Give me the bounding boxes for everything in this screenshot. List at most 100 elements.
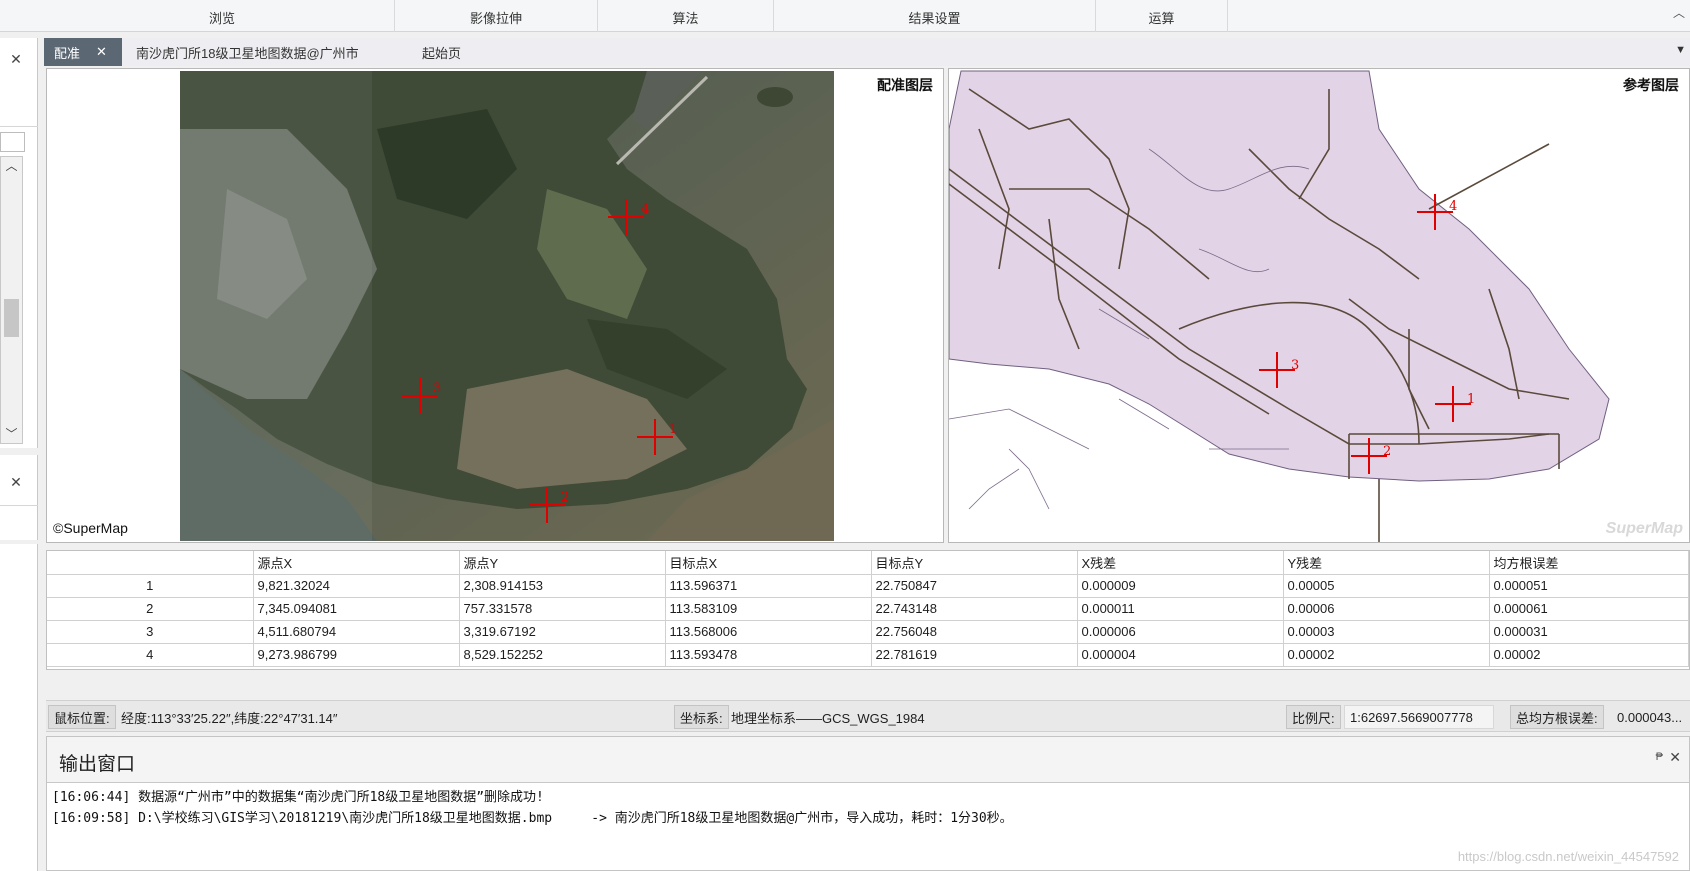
table-cell[interactable]: 0.000031 (1489, 620, 1689, 644)
crs-value: 地理坐标系——GCS_WGS_1984 (731, 710, 925, 726)
table-cell[interactable]: 9,273.986799 (253, 643, 460, 667)
table-cell[interactable]: 113.593478 (665, 643, 872, 667)
control-point-label: 2 (561, 490, 569, 505)
table-cell[interactable]: 8,529.152252 (459, 643, 666, 667)
close-icon[interactable]: ✕ (96, 44, 107, 60)
reference-map-pane[interactable]: 4 3 1 2 参考图层 SuperMap (948, 68, 1690, 543)
control-point-label: 1 (1467, 392, 1475, 407)
tab-start-page[interactable]: 起始页 (412, 38, 471, 66)
column-header-index[interactable] (47, 551, 254, 575)
supermap-logo: SuperMap (1605, 520, 1683, 537)
table-header-row: 源点X 源点Y 目标点X 目标点Y X残差 Y残差 均方根误差 (47, 551, 1689, 575)
table-cell[interactable]: 113.596371 (665, 574, 872, 598)
table-cell[interactable]: 9,821.32024 (253, 574, 460, 598)
table-cell[interactable]: 0.000004 (1077, 643, 1284, 667)
ribbon-group-image-stretch[interactable]: 影像拉伸 (395, 0, 598, 32)
ribbon-group-label: 运算 (1148, 11, 1175, 26)
vector-map: 4 3 1 2 (949, 70, 1610, 542)
ribbon-collapse-icon[interactable]: ︿ (1672, 6, 1686, 20)
table-cell[interactable]: 3 (47, 620, 254, 644)
column-header[interactable]: 目标点X (665, 551, 872, 575)
left-panel-bottom (0, 544, 38, 871)
table-row[interactable]: 1 9,821.32024 2,308.914153 113.596371 22… (47, 574, 1689, 598)
table-row[interactable]: 2 7,345.094081 757.331578 113.583109 22.… (47, 597, 1689, 621)
panel-divider (0, 505, 38, 506)
control-point-label: 3 (1291, 358, 1299, 373)
table-cell[interactable]: 0.00005 (1283, 574, 1490, 598)
table-cell[interactable]: 0.000061 (1489, 597, 1689, 621)
ribbon-group-label: 影像拉伸 (469, 11, 522, 26)
table-row[interactable]: 3 4,511.680794 3,319.67192 113.568006 22… (47, 620, 1689, 644)
crs-label: 坐标系: (674, 705, 729, 729)
scroll-down-icon[interactable]: ﹀ (1, 425, 22, 443)
ribbon-group-label: 算法 (672, 11, 699, 26)
tab-satellite-map[interactable]: 南沙虎门所18级卫星地图数据@广州市 (126, 38, 369, 66)
table-cell[interactable]: 0.00003 (1283, 620, 1490, 644)
table-cell[interactable]: 7,345.094081 (253, 597, 460, 621)
table-cell[interactable]: 22.750847 (871, 574, 1078, 598)
total-rmse-label: 总均方根误差: (1510, 705, 1604, 729)
table-cell[interactable]: 113.568006 (665, 620, 872, 644)
table-cell[interactable]: 4,511.680794 (253, 620, 460, 644)
scroll-thumb[interactable] (4, 299, 19, 337)
table-cell[interactable]: 0.000051 (1489, 574, 1689, 598)
control-point-label: 4 (1449, 199, 1457, 214)
table-cell[interactable]: 0.00002 (1489, 643, 1689, 667)
control-point-table: 源点X 源点Y 目标点X 目标点Y X残差 Y残差 均方根误差 1 9,821.… (46, 550, 1690, 670)
tab-label: 南沙虎门所18级卫星地图数据@广州市 (136, 45, 359, 61)
close-icon[interactable]: ✕ (1669, 749, 1681, 766)
output-window: 输出窗口 ₱ ✕ [16:06:44] 数据源“广州市”中的数据集“南沙虎门所1… (46, 736, 1690, 871)
column-header[interactable]: 均方根误差 (1489, 551, 1689, 575)
table-cell[interactable]: 22.743148 (871, 597, 1078, 621)
column-header[interactable]: 目标点Y (871, 551, 1078, 575)
column-header[interactable]: Y残差 (1283, 551, 1490, 575)
table-cell[interactable]: 2,308.914153 (459, 574, 666, 598)
table-cell[interactable]: 0.000011 (1077, 597, 1284, 621)
table-cell[interactable]: 0.00006 (1283, 597, 1490, 621)
tab-list-dropdown-icon[interactable]: ▼ (1675, 44, 1686, 56)
scale-label: 比例尺: (1286, 705, 1341, 729)
scale-value[interactable]: 1:62697.5669007778 (1344, 705, 1494, 729)
close-icon[interactable]: ✕ (9, 52, 23, 66)
output-log[interactable]: [16:06:44] 数据源“广州市”中的数据集“南沙虎门所18级卫星地图数据”… (52, 787, 1013, 829)
table-cell[interactable]: 1 (47, 574, 254, 598)
table-cell[interactable]: 3,319.67192 (459, 620, 666, 644)
ribbon-group-result-settings[interactable]: 结果设置 (774, 0, 1096, 32)
table-cell[interactable]: 113.583109 (665, 597, 872, 621)
ribbon-group-compute[interactable]: 运算 (1096, 0, 1228, 32)
ribbon-group-label: 浏览 (208, 11, 235, 26)
close-icon[interactable]: ✕ (9, 475, 23, 489)
scroll-up-icon[interactable]: ︿ (1, 157, 22, 175)
total-rmse-value: 0.000043... (1617, 709, 1683, 725)
registration-layer-title: 配准图层 (877, 77, 933, 93)
table-cell[interactable]: 0.00002 (1283, 643, 1490, 667)
app-window: 浏览 影像拉伸 算法 结果设置 运算 ︿ ✕ ︿ ﹀ ✕ 配准 ✕ 南沙虎门所1… (0, 0, 1690, 871)
registration-map-pane[interactable]: 4 3 1 2 配准图层 ©SuperMap (46, 68, 944, 543)
output-window-title: 输出窗口 (59, 754, 136, 775)
column-header[interactable]: 源点X (253, 551, 460, 575)
table-cell[interactable]: 22.781619 (871, 643, 1078, 667)
copyright-text: ©SuperMap (53, 520, 128, 536)
table-cell[interactable]: 22.756048 (871, 620, 1078, 644)
control-point-label: 3 (433, 381, 441, 396)
control-point-label: 4 (641, 202, 649, 217)
panel-combo[interactable] (0, 132, 25, 152)
table-cell[interactable]: 4 (47, 643, 254, 667)
tab-label: 配准 (54, 45, 81, 61)
left-panel-scrollbar[interactable]: ︿ ﹀ (0, 156, 23, 444)
table-cell[interactable]: 2 (47, 597, 254, 621)
table-cell[interactable]: 757.331578 (459, 597, 666, 621)
table-cell[interactable]: 0.000009 (1077, 574, 1284, 598)
table-row[interactable]: 4 9,273.986799 8,529.152252 113.593478 2… (47, 643, 1689, 667)
table-cell[interactable]: 0.000006 (1077, 620, 1284, 644)
column-header[interactable]: X残差 (1077, 551, 1284, 575)
watermark-url: https://blog.csdn.net/weixin_44547592 (1457, 849, 1679, 864)
pin-icon[interactable]: ₱ (1656, 751, 1663, 763)
ribbon-group-algorithm[interactable]: 算法 (598, 0, 774, 32)
log-line: [16:09:58] D:\学校练习\GIS学习\20181219\南沙虎门所1… (52, 811, 1013, 826)
tab-registration[interactable]: 配准 ✕ (44, 38, 122, 66)
reference-layer-title: 参考图层 (1623, 77, 1679, 93)
column-header[interactable]: 源点Y (459, 551, 666, 575)
ribbon-group-browse[interactable]: 浏览 (50, 0, 395, 32)
log-line: [16:06:44] 数据源“广州市”中的数据集“南沙虎门所18级卫星地图数据”… (52, 790, 544, 805)
